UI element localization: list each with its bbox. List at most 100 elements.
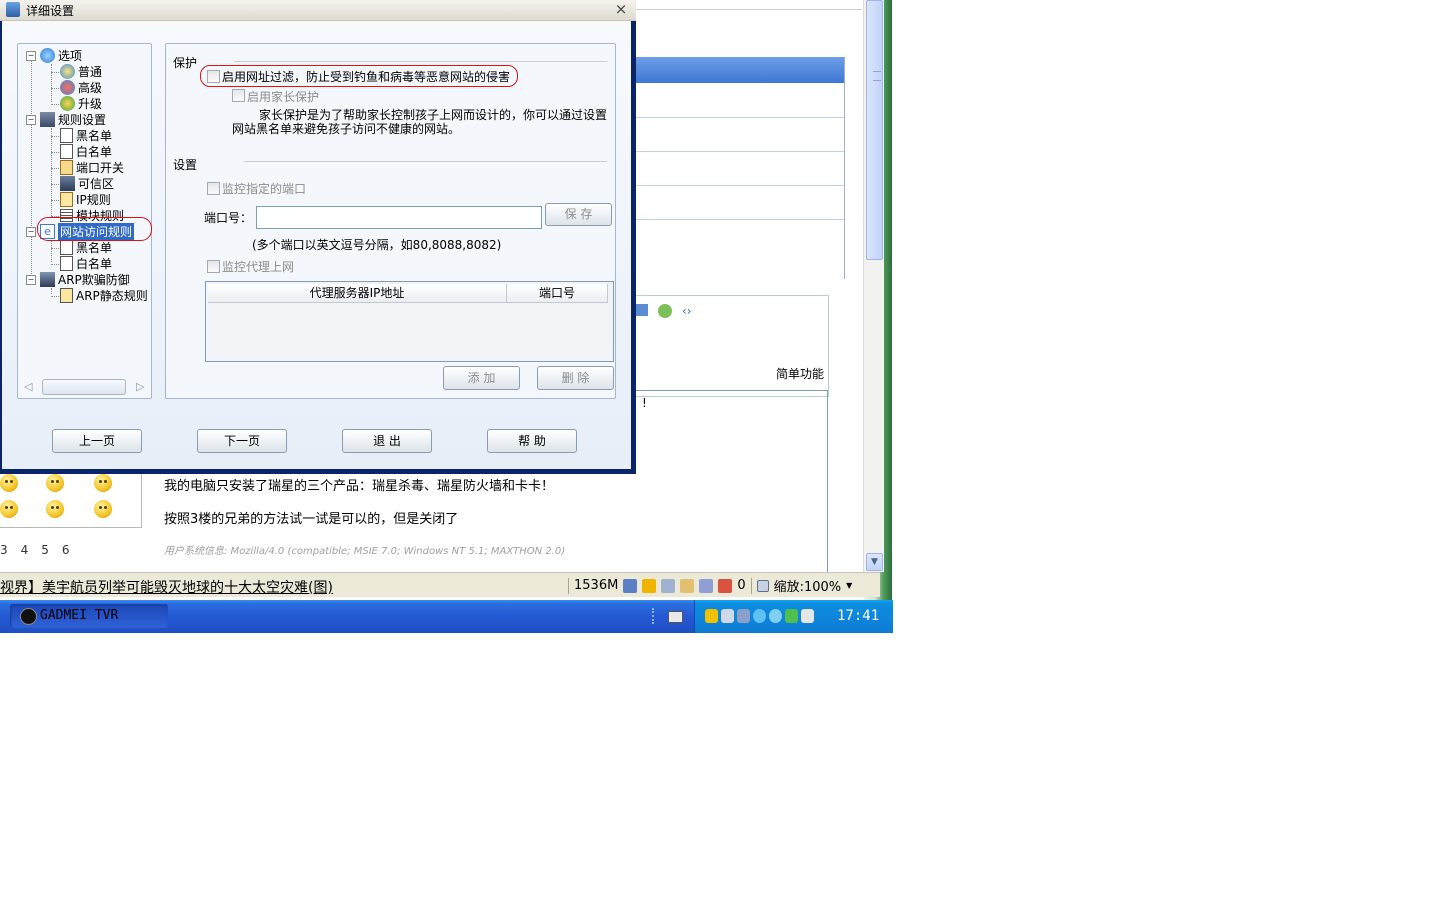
emoticon-icon[interactable]	[94, 474, 112, 492]
scroll-left-icon[interactable]: ◁	[24, 380, 32, 393]
zoom-level[interactable]: 缩放:100%	[774, 576, 842, 595]
chevron-down-icon[interactable]: ▼	[846, 581, 852, 590]
close-icon[interactable]: ×	[612, 0, 630, 18]
monitor-port-label: 监控指定的端口	[222, 182, 307, 196]
image-icon[interactable]	[636, 304, 648, 316]
dialog-titlebar[interactable]: 详细设置 ×	[0, 0, 636, 21]
volume-icon[interactable]	[769, 609, 782, 623]
vertical-scrollbar[interactable]: ▼	[863, 0, 884, 572]
keyboard-icon[interactable]	[668, 611, 683, 623]
tree-item-advanced[interactable]: 高级	[60, 79, 102, 96]
download-icon[interactable]	[623, 578, 638, 593]
folder-icon[interactable]	[680, 578, 695, 593]
divider	[636, 9, 862, 10]
arp-static-icon	[60, 288, 73, 303]
page-link[interactable]: 4	[21, 543, 29, 557]
toolbar-grip-icon[interactable]	[652, 608, 656, 624]
tree-item-label: ARP静态规则	[76, 289, 148, 303]
help-button[interactable]: 帮 助	[487, 429, 577, 453]
tree-item-label: 选项	[58, 49, 83, 63]
clock[interactable]: 17:41	[837, 608, 879, 624]
divider	[636, 185, 844, 186]
divider	[636, 219, 844, 220]
parent-protect-checkbox[interactable]	[232, 89, 245, 102]
delete-button[interactable]: 删 除	[537, 366, 614, 390]
save-button[interactable]: 保 存	[545, 203, 612, 226]
simple-function-link[interactable]: 简单功能	[776, 365, 824, 382]
parent-protect-desc: 网站黑名单来避免孩子访问不健康的网站。	[232, 122, 461, 136]
emoticon-icon[interactable]	[46, 500, 64, 518]
popup-block-icon[interactable]	[718, 578, 733, 593]
scrollbar-thumb[interactable]	[42, 379, 126, 395]
monitor-proxy-checkbox[interactable]	[207, 260, 220, 273]
gear-globe-icon	[40, 48, 55, 63]
tree-item-label: 普通	[78, 65, 103, 79]
tree-item-label: 可信区	[78, 177, 115, 191]
next-page-button[interactable]: 下一页	[197, 429, 287, 453]
antivirus-icon[interactable]	[721, 609, 734, 623]
add-button[interactable]: 添 加	[443, 366, 520, 390]
tree-item-blacklist[interactable]: 黑名单	[60, 127, 112, 144]
collapse-icon[interactable]: −	[26, 51, 36, 61]
post-text-line: 按照3楼的兄弟的方法试一试是可以的，但是关闭了	[164, 512, 459, 527]
news-ticker-link[interactable]: 视界】美宇航员列举可能毁灭地球的十大太空灾难(图)	[0, 577, 333, 597]
lightning-icon[interactable]	[642, 578, 657, 593]
proxy-table[interactable]: 代理服务器IP地址 端口号	[205, 281, 614, 362]
proxy-icon[interactable]	[661, 578, 676, 593]
tree-item-upgrade[interactable]: 升级	[60, 95, 102, 112]
exit-button[interactable]: 退 出	[342, 429, 432, 453]
umbrella-icon[interactable]	[785, 609, 798, 623]
tree-item-arp-static[interactable]: ARP静态规则	[60, 287, 148, 304]
tree-item-port-switch[interactable]: 端口开关	[60, 159, 124, 176]
tree-item-trusted-zone[interactable]: 可信区	[60, 175, 114, 192]
tree-item-label: 白名单	[76, 257, 113, 271]
tree-item-web-blacklist[interactable]: 黑名单	[60, 239, 112, 256]
dialog-body: − − − − 选项 普通 高级 升级 规则设置 黑名单 白名单 端口开关 可信…	[2, 21, 631, 469]
proxy-port-column-header[interactable]: 端口号	[507, 284, 608, 303]
scroll-right-icon[interactable]: ▷	[136, 380, 144, 393]
tree-item-arp-defense[interactable]: ARP欺骗防御	[40, 271, 130, 288]
tree-item-rules[interactable]: 规则设置	[40, 111, 106, 128]
collapse-icon[interactable]: −	[26, 227, 36, 237]
section-title-protect: 保护	[173, 56, 198, 70]
network-icon[interactable]	[737, 609, 750, 623]
ime-icon[interactable]	[801, 609, 814, 623]
eraser-icon[interactable]	[699, 578, 714, 593]
emoticon-icon[interactable]	[94, 500, 112, 518]
page-link[interactable]: 5	[41, 543, 49, 557]
taskbar-app-button[interactable]: GADMEI TVR	[10, 604, 168, 628]
qq-icon[interactable]	[705, 609, 718, 623]
document-icon	[60, 128, 73, 143]
tree-item-whitelist[interactable]: 白名单	[60, 143, 112, 160]
divider	[636, 117, 844, 118]
emoticon-icon[interactable]	[46, 474, 64, 492]
tree-item-web-whitelist[interactable]: 白名单	[60, 255, 112, 272]
prev-page-button[interactable]: 上一页	[52, 429, 142, 453]
taskbar: GADMEI TVR 17:41	[0, 600, 893, 633]
ip-icon	[60, 192, 73, 207]
tree-horizontal-scrollbar[interactable]: ◁ ▷	[22, 379, 146, 395]
firewall-icon[interactable]	[753, 609, 766, 623]
emoticon-icon[interactable]	[0, 474, 18, 492]
collapse-icon[interactable]: −	[26, 275, 36, 285]
tree-item-ip-rules[interactable]: IP规则	[60, 191, 111, 208]
page-link[interactable]: 3	[0, 543, 8, 557]
tree-item-general[interactable]: 普通	[60, 63, 102, 80]
code-icon[interactable]: ‹›	[682, 304, 692, 318]
page-link[interactable]: 6	[62, 543, 70, 557]
tree-item-options[interactable]: 选项	[40, 47, 82, 64]
quote-icon[interactable]	[658, 304, 672, 318]
port-input[interactable]	[256, 206, 542, 229]
scroll-down-icon[interactable]: ▼	[866, 553, 883, 571]
emoticon-icon[interactable]	[0, 500, 18, 518]
tray-icons	[705, 609, 814, 623]
tree-item-label: 高级	[78, 81, 103, 95]
popup-block-count: 0	[737, 578, 746, 593]
collapse-icon[interactable]: −	[26, 115, 36, 125]
emoticon-panel	[0, 465, 142, 528]
scrollbar-thumb[interactable]	[866, 0, 883, 260]
monitor-port-checkbox[interactable]	[207, 182, 220, 195]
tree-item-label: 端口开关	[76, 161, 125, 175]
taskbar-app-label: GADMEI TVR	[40, 608, 119, 623]
proxy-ip-column-header[interactable]: 代理服务器IP地址	[208, 284, 507, 303]
